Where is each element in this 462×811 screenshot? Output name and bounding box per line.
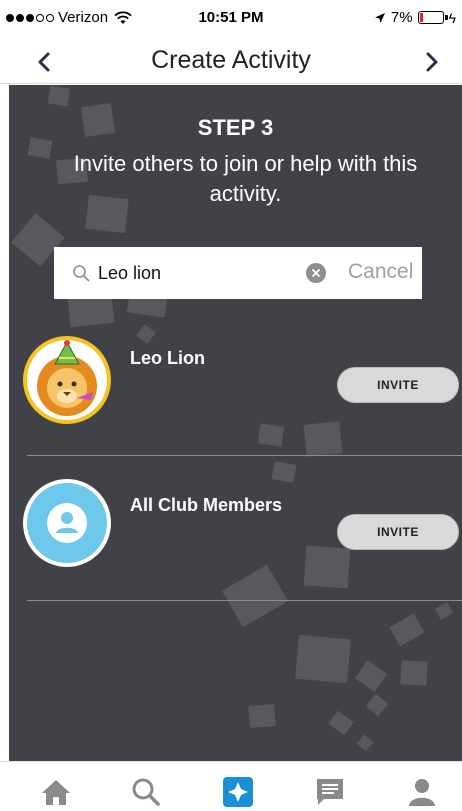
forward-button[interactable] (416, 46, 448, 78)
lion-illustration (37, 340, 97, 416)
tab-messages[interactable] (312, 776, 348, 808)
status-bar: Verizon 10:51 PM 7% ϟ (0, 0, 462, 40)
step-title: STEP 3 (197, 115, 274, 140)
member-name: All Club Members (130, 495, 283, 515)
decorative-square (389, 613, 425, 647)
group-person-icon (47, 503, 87, 543)
invite-panel: STEP 3 Invite others to join or help wit… (9, 85, 462, 761)
tab-profile[interactable] (404, 776, 440, 808)
chat-icon (317, 779, 343, 805)
search-icon (132, 778, 160, 806)
member-name: Leo Lion (130, 348, 205, 368)
invite-button[interactable]: INVITE (337, 514, 459, 550)
lion-avatar[interactable] (23, 336, 111, 424)
battery-icon (417, 11, 448, 24)
tab-home[interactable] (38, 776, 74, 808)
decorative-square (295, 634, 351, 684)
invite-button[interactable]: INVITE (337, 367, 459, 403)
list-item: Leo Lion INVITE (9, 333, 462, 453)
cancel-search-button[interactable]: Cancel (348, 260, 413, 284)
decorative-square (248, 704, 276, 728)
tab-bar (0, 761, 462, 811)
create-star-icon (223, 777, 253, 807)
battery-group: 7% ϟ (374, 9, 456, 26)
decorative-square (354, 660, 388, 692)
decorative-square (356, 734, 374, 752)
list-item: All Club Members INVITE (9, 479, 462, 599)
tab-search[interactable] (128, 776, 164, 808)
charging-bolt-icon: ϟ (448, 9, 456, 26)
battery-percent: 7% (390, 9, 413, 26)
group-avatar[interactable] (23, 479, 111, 567)
location-arrow-icon (374, 12, 385, 23)
chevron-right-icon (426, 52, 438, 72)
divider (27, 600, 462, 601)
clear-search-icon[interactable] (306, 263, 326, 283)
step-description: Invite others to join or help with this … (73, 151, 418, 206)
home-icon (42, 780, 70, 805)
tab-create[interactable] (220, 776, 256, 808)
decorative-square (365, 693, 389, 717)
profile-icon (409, 779, 435, 806)
decorative-square (47, 85, 71, 107)
search-icon (73, 265, 90, 282)
search-input[interactable] (98, 260, 298, 286)
decorative-square (400, 660, 428, 686)
divider (27, 455, 462, 456)
search-bar: Cancel (54, 247, 422, 299)
decorative-square (328, 710, 354, 736)
navigation-bar: Create Activity (0, 40, 462, 84)
page-title: Create Activity (151, 46, 311, 74)
decorative-square (434, 602, 454, 620)
